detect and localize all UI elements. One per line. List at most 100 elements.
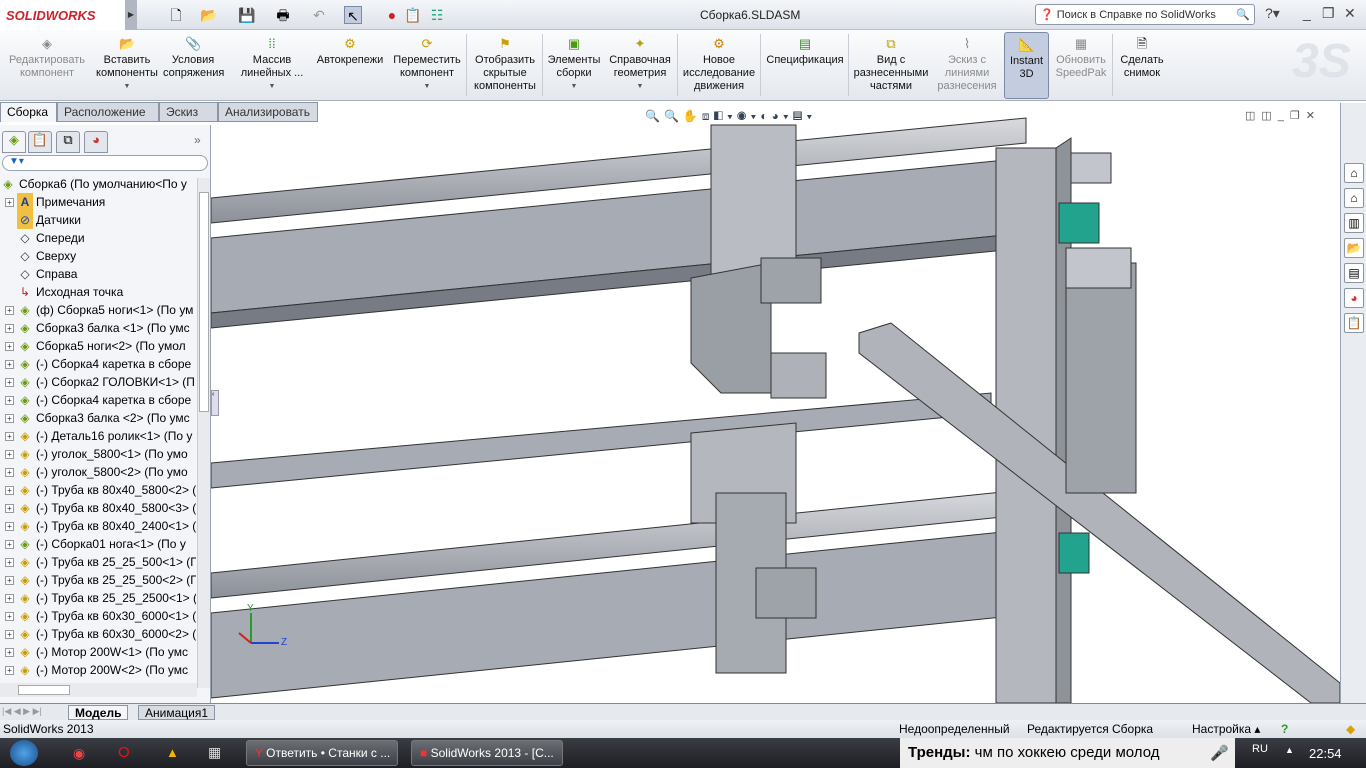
expand-toggle-icon[interactable]: +: [5, 396, 14, 406]
undo-icon[interactable]: ↶: [310, 6, 328, 24]
expand-toggle-icon[interactable]: +: [5, 468, 14, 478]
tree-item[interactable]: + ◈ (-) Мотор 200W<1> (По умс: [0, 643, 196, 661]
motion-study-button[interactable]: ⚙ Новое исследование движения: [680, 32, 758, 99]
close-button[interactable]: ✕: [1344, 5, 1356, 22]
network-app-icon[interactable]: ▦: [208, 744, 221, 761]
assembly-features-button[interactable]: ▣ Элементы сборки ▼: [545, 32, 603, 99]
expand-toggle-icon[interactable]: +: [5, 666, 14, 676]
view-palette-icon[interactable]: ▤: [1344, 263, 1364, 283]
save-icon[interactable]: 💾: [238, 6, 256, 24]
viewport-window-controls[interactable]: ◫◫_❐✕: [1245, 109, 1321, 122]
expand-toggle-icon[interactable]: +: [5, 594, 14, 604]
solidworks-logo[interactable]: SOLIDWORKS: [0, 0, 125, 30]
restore-button[interactable]: ❐: [1322, 5, 1335, 22]
move-component-button[interactable]: ⟳ Переместить компонент ▼: [390, 32, 464, 99]
rebuild-icon[interactable]: ●: [383, 6, 401, 24]
home-icon[interactable]: ⌂: [1344, 188, 1364, 208]
tree-item[interactable]: + ◈ (-) уголок_5800<1> (По умо: [0, 445, 196, 463]
expand-toggle-icon[interactable]: +: [5, 558, 14, 568]
print-icon[interactable]: 🖶: [274, 6, 292, 24]
featuremanager-tab-icon[interactable]: ◈: [2, 131, 26, 153]
clock[interactable]: 22:54: [1309, 746, 1342, 761]
tree-item[interactable]: + ◈ (-) Труба кв 80х40_2400<1> (: [0, 517, 196, 535]
help-menu-icon[interactable]: ?▾: [1265, 5, 1280, 22]
start-button[interactable]: [10, 740, 38, 766]
new-icon[interactable]: 🗋: [167, 6, 185, 24]
select-icon[interactable]: ↖: [344, 6, 362, 24]
tree-item[interactable]: + ◈ Сборка5 ноги<2> (По умол: [0, 337, 196, 355]
menu-expand-arrow[interactable]: ▶: [125, 0, 137, 30]
tree-item[interactable]: + ◈ (-) Сборка4 каретка в сборе: [0, 355, 196, 373]
snapshot-button[interactable]: 🗎 Сделать снимок: [1114, 32, 1170, 99]
tab-animation1[interactable]: Анимация1: [138, 705, 216, 720]
trends-search-widget[interactable]: Тренды: чм по хоккею среди молод 🎤: [900, 738, 1235, 768]
expand-panel-icon[interactable]: »: [194, 133, 201, 147]
help-status-icon[interactable]: ?: [1281, 720, 1288, 738]
bom-button[interactable]: ▤ Спецификация: [764, 32, 846, 99]
tree-root[interactable]: ◈ Сборка6 (По умолчанию<По у: [0, 175, 196, 193]
expand-toggle-icon[interactable]: +: [5, 360, 14, 370]
tab-sketch[interactable]: Эскиз: [159, 102, 218, 122]
tree-item[interactable]: ◇ Сверху: [0, 247, 196, 265]
edit-component-button[interactable]: ◈ Редактировать компонент: [3, 32, 91, 99]
tree-item[interactable]: + ◈ (-) Труба кв 80х40_5800<3> (: [0, 499, 196, 517]
explode-line-sketch-button[interactable]: ⌇ Эскиз с линиями разнесения: [934, 32, 1000, 99]
configurationmanager-tab-icon[interactable]: ⧉: [56, 131, 80, 153]
tree-item[interactable]: ◇ Справа: [0, 265, 196, 283]
show-hidden-button[interactable]: ⚑ Отобразить скрытые компоненты: [470, 32, 540, 99]
tree-horizontal-scrollbar[interactable]: [0, 683, 197, 697]
expand-toggle-icon[interactable]: +: [5, 486, 14, 496]
heads-up-view-toolbar[interactable]: 🔍🔍✋⧈◧▾◉▾◐◕▾▤▾: [645, 109, 816, 124]
solidworks-resources-icon[interactable]: ⌂: [1344, 163, 1364, 183]
customize-button[interactable]: Настройка ▴: [1192, 720, 1260, 738]
options-icon[interactable]: ☷: [428, 6, 446, 24]
tab-navigation-arrows[interactable]: |◀ ◀ ▶ ▶|: [2, 706, 42, 717]
opera-icon[interactable]: O: [118, 744, 130, 761]
tab-assembly[interactable]: Сборка: [0, 102, 57, 122]
appearances-icon[interactable]: ◕: [1344, 288, 1364, 308]
file-properties-icon[interactable]: 📋: [404, 6, 422, 24]
expand-toggle-icon[interactable]: +: [5, 522, 14, 532]
expand-toggle-icon[interactable]: +: [5, 648, 14, 658]
instant3d-button[interactable]: 📐 Instant 3D: [1004, 32, 1049, 99]
expand-toggle-icon[interactable]: +: [5, 630, 14, 640]
search-icon[interactable]: 🔍: [1236, 8, 1250, 21]
taskbar-window-solidworks[interactable]: ■ SolidWorks 2013 - [С...: [411, 740, 563, 766]
expand-toggle-icon[interactable]: +: [5, 504, 14, 514]
expand-toggle-icon[interactable]: +: [5, 432, 14, 442]
app-icon[interactable]: ▲: [166, 745, 179, 760]
tree-item[interactable]: + ◈ (-) Труба кв 60х30_6000<2> (: [0, 625, 196, 643]
file-explorer-icon[interactable]: 📂: [1344, 238, 1364, 258]
tree-item[interactable]: + ◈ (-) Деталь16 ролик<1> (По у: [0, 427, 196, 445]
tree-vertical-scrollbar[interactable]: [197, 178, 210, 688]
taskbar-window-yandex[interactable]: Y Ответить • Станки с ...: [246, 740, 398, 766]
expand-toggle-icon[interactable]: +: [5, 198, 14, 208]
help-search-input[interactable]: ❓ Поиск в Справке по SolidWorks 🔍: [1035, 4, 1255, 25]
expand-toggle-icon[interactable]: +: [5, 450, 14, 460]
tree-item[interactable]: + ◈ Сборка3 балка <1> (По умс: [0, 319, 196, 337]
smart-fasteners-button[interactable]: ⚙ Автокрепежи: [312, 32, 388, 99]
tree-filter-input[interactable]: ▼▾: [2, 155, 208, 171]
tree-item[interactable]: + ◈ (-) Труба кв 60х30_6000<1> (: [0, 607, 196, 625]
exploded-view-button[interactable]: ⧉ Вид с разнесенными частями: [850, 32, 932, 99]
propertymanager-tab-icon[interactable]: 📋: [28, 131, 52, 153]
tray-expand-icon[interactable]: ▲: [1285, 745, 1294, 755]
panel-collapse-handle[interactable]: ‹: [211, 390, 219, 416]
tree-item[interactable]: + ◈ (-) Труба кв 25_25_500<2> (П: [0, 571, 196, 589]
linear-pattern-button[interactable]: ⁞⁞ Массив линейных ... ▼: [236, 32, 308, 99]
tree-item[interactable]: + ◈ (-) уголок_5800<2> (По умо: [0, 463, 196, 481]
expand-toggle-icon[interactable]: +: [5, 576, 14, 586]
expand-toggle-icon[interactable]: +: [5, 612, 14, 622]
tab-evaluate[interactable]: Анализировать: [218, 102, 318, 122]
expand-toggle-icon[interactable]: +: [5, 414, 14, 424]
tree-item[interactable]: + ◈ (ф) Сборка5 ноги<1> (По ум: [0, 301, 196, 319]
tree-item[interactable]: + A Примечания: [0, 193, 196, 211]
tab-model[interactable]: Модель: [68, 705, 129, 720]
speedpak-button[interactable]: ▦ Обновить SpeedPak: [1052, 32, 1110, 99]
minimize-button[interactable]: _: [1303, 5, 1311, 21]
expand-toggle-icon[interactable]: +: [5, 324, 14, 334]
open-icon[interactable]: 📂: [200, 6, 218, 24]
tree-item[interactable]: + ◈ (-) Мотор 200W<2> (По умс: [0, 661, 196, 679]
custom-properties-icon[interactable]: 📋: [1344, 313, 1364, 333]
expand-toggle-icon[interactable]: +: [5, 378, 14, 388]
